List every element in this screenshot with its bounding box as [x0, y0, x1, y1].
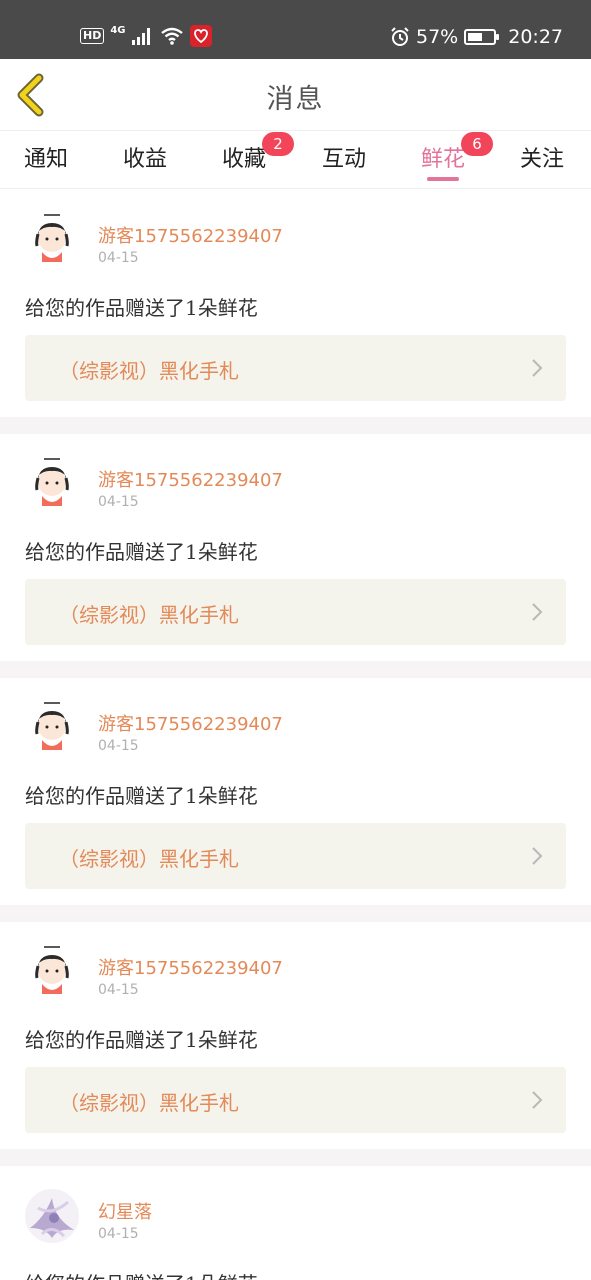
list-item: 幻星落 04-15 给您的作品赠送了1朵鲜花	[0, 1166, 591, 1280]
tab-notifications[interactable]: 通知	[24, 141, 68, 185]
app-header: 消息	[0, 59, 591, 131]
message-date: 04-15	[98, 1226, 139, 1242]
tab-label: 收益	[123, 147, 168, 172]
message-text: 给您的作品赠送了1朵鲜花	[25, 296, 258, 320]
work-title: （综影视）黑化手札	[59, 603, 239, 627]
chevron-right-icon	[532, 847, 543, 865]
user-avatar[interactable]	[24, 944, 80, 1000]
divider	[0, 417, 591, 434]
username[interactable]: 游客1575562239407	[98, 222, 283, 248]
work-link[interactable]: （综影视）黑化手札	[25, 823, 566, 889]
divider	[0, 905, 591, 922]
alarm-icon	[391, 27, 409, 46]
message-date: 04-15	[98, 738, 139, 754]
username[interactable]: 游客1575562239407	[98, 710, 283, 736]
work-title: （综影视）黑化手札	[59, 847, 239, 871]
wifi-icon	[160, 27, 183, 45]
battery-icon	[464, 29, 500, 45]
tab-earnings[interactable]: 收益	[123, 141, 167, 185]
message-text: 给您的作品赠送了1朵鲜花	[25, 1268, 258, 1280]
tab-label: 收藏	[222, 147, 267, 172]
tab-label: 互动	[322, 147, 367, 172]
battery-percent: 57%	[416, 26, 459, 48]
chevron-right-icon	[532, 1091, 543, 1109]
tab-label: 关注	[520, 147, 565, 172]
chevron-right-icon	[532, 359, 543, 377]
tab-follows[interactable]: 关注	[520, 141, 564, 185]
signal-icon	[131, 28, 150, 45]
tab-interactions[interactable]: 互动	[322, 141, 366, 185]
network-type: 4G	[110, 24, 126, 36]
app-notification-icon	[189, 25, 212, 47]
user-avatar[interactable]	[24, 456, 80, 512]
username[interactable]: 游客1575562239407	[98, 954, 283, 980]
message-date: 04-15	[98, 250, 139, 266]
message-date: 04-15	[98, 982, 139, 998]
hd-indicator: HD	[80, 28, 105, 44]
user-avatar[interactable]	[24, 700, 80, 756]
list-item: 游客1575562239407 04-15 给您的作品赠送了1朵鲜花 （综影视）…	[0, 678, 591, 905]
tab-bar: 通知 收益 收藏 2 互动 鲜花 6 关注	[0, 131, 591, 189]
work-link[interactable]: （综影视）黑化手札	[25, 579, 566, 645]
tab-flowers[interactable]: 鲜花 6	[421, 132, 494, 185]
message-text: 给您的作品赠送了1朵鲜花	[25, 1028, 258, 1052]
work-link[interactable]: （综影视）黑化手札	[25, 1067, 566, 1133]
message-date: 04-15	[98, 494, 139, 510]
username[interactable]: 游客1575562239407	[98, 466, 283, 492]
status-left: HD 4G	[80, 24, 212, 48]
username[interactable]: 幻星落	[98, 1198, 152, 1224]
message-text: 给您的作品赠送了1朵鲜花	[25, 540, 258, 564]
message-text: 给您的作品赠送了1朵鲜花	[25, 784, 258, 808]
list-item: 游客1575562239407 04-15 给您的作品赠送了1朵鲜花 （综影视）…	[0, 922, 591, 1149]
flowers-count-badge: 6	[461, 132, 494, 156]
tab-label: 鲜花	[421, 147, 466, 172]
active-tab-indicator	[427, 177, 459, 181]
list-item: 游客1575562239407 04-15 给您的作品赠送了1朵鲜花 （综影视）…	[0, 434, 591, 661]
work-link[interactable]: （综影视）黑化手札	[25, 335, 566, 401]
work-title: （综影视）黑化手札	[59, 1091, 239, 1115]
tab-favorites[interactable]: 收藏 2	[222, 132, 295, 185]
work-title: （综影视）黑化手札	[59, 359, 239, 383]
chevron-right-icon	[532, 603, 543, 621]
divider	[0, 661, 591, 678]
status-right: 57% 20:27	[390, 24, 563, 50]
user-avatar[interactable]	[24, 1188, 80, 1244]
divider	[0, 1149, 591, 1166]
list-item: 游客1575562239407 04-15 给您的作品赠送了1朵鲜花 （综影视）…	[0, 190, 591, 417]
user-avatar[interactable]	[24, 212, 80, 268]
favorites-count-badge: 2	[262, 132, 295, 156]
status-bar: HD 4G 57% 20:27	[0, 0, 591, 59]
tab-label: 通知	[24, 147, 69, 172]
clock: 20:27	[508, 26, 563, 48]
page-title: 消息	[266, 84, 325, 115]
